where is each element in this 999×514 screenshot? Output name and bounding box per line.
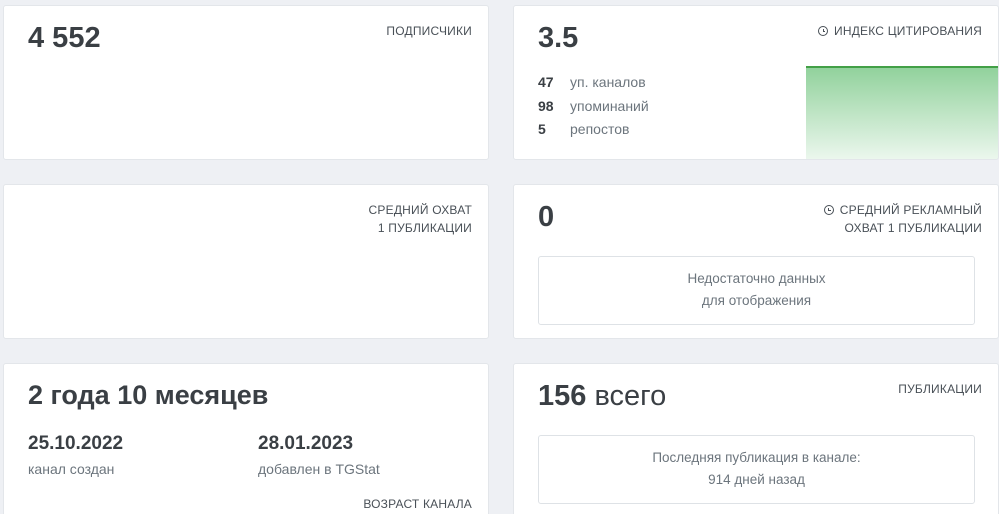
created-date: 25.10.2022	[28, 433, 124, 454]
stat-row-reposts: 5 репостов	[538, 121, 629, 137]
citation-index-card: 3.5 ИНДЕКС ЦИТИРОВАНИЯ 47 уп. каналов 98 у…	[513, 5, 999, 160]
ad-reach-label-line1: СРЕДНИЙ РЕКЛАМНЫЙ	[839, 203, 982, 217]
added-date: 28.01.2023	[258, 433, 354, 454]
citation-sparkline-chart	[806, 66, 998, 159]
subscribers-label: ПОДПИСЧИКИ	[386, 24, 472, 38]
avg-reach-card: СРЕДНИЙ ОХВАТ 1 ПУБЛИКАЦИИ	[3, 184, 489, 339]
avg-reach-label: СРЕДНИЙ ОХВАТ 1 ПУБЛИКАЦИИ	[369, 201, 472, 237]
stat-mentions-text: упоминаний	[570, 98, 649, 114]
ad-reach-label[interactable]: СРЕДНИЙ РЕКЛАМНЫЙ ОХВАТ 1 ПУБЛИКАЦИИ	[823, 201, 982, 237]
insufficient-data-box: Недостаточно данных для отображения	[538, 256, 975, 325]
insufficient-data-line1: Недостаточно данных	[687, 271, 826, 286]
stat-channels-text: уп. каналов	[570, 74, 646, 90]
citation-index-label[interactable]: ИНДЕКС ЦИТИРОВАНИЯ	[818, 22, 982, 40]
avg-reach-label-line1: СРЕДНИЙ ОХВАТ	[368, 203, 472, 217]
clock-icon	[818, 26, 829, 36]
stat-channels-num: 47	[538, 74, 554, 90]
subscribers-card: 4 552 ПОДПИСЧИКИ	[3, 5, 489, 160]
channel-age-value: 2 года 10 месяцев	[28, 380, 269, 410]
channel-age-label: ВОЗРАСТ КАНАЛА	[363, 497, 472, 511]
sparkline-area	[806, 67, 998, 159]
avg-reach-label-line2: 1 ПУБЛИКАЦИИ	[377, 221, 472, 235]
created-caption: канал создан	[28, 461, 115, 477]
citation-index-label-text: ИНДЕКС ЦИТИРОВАНИЯ	[834, 24, 982, 38]
ad-reach-card: 0 СРЕДНИЙ РЕКЛАМНЫЙ ОХВАТ 1 ПУБЛИКАЦИИ Н…	[513, 184, 999, 339]
last-publication-line1: Последняя публикация в канале:	[652, 450, 861, 465]
added-caption: добавлен в TGStat	[258, 461, 380, 477]
last-publication-line2: 914 дней назад	[708, 472, 805, 487]
insufficient-data-line2: для отображения	[701, 293, 812, 308]
stat-reposts-num: 5	[538, 121, 546, 137]
publications-card: 156 всего ПУБЛИКАЦИИ Последняя публикаци…	[513, 363, 999, 514]
subscribers-count: 4 552	[28, 22, 101, 54]
ad-reach-value: 0	[538, 201, 555, 233]
publications-count-suffix: всего	[594, 380, 667, 412]
stat-reposts-text: репостов	[570, 121, 630, 137]
clock-icon	[823, 205, 834, 215]
publications-count: 156 всего	[538, 380, 666, 413]
stat-row-mentions: 98 упоминаний	[538, 98, 649, 114]
stat-mentions-num: 98	[538, 98, 554, 114]
last-publication-box: Последняя публикация в канале: 914 дней …	[538, 435, 975, 504]
citation-index-value: 3.5	[538, 22, 579, 54]
publications-label: ПУБЛИКАЦИИ	[898, 382, 982, 396]
stat-row-channels: 47 уп. каналов	[538, 74, 646, 90]
channel-age-card: 2 года 10 месяцев 25.10.2022 канал созда…	[3, 363, 489, 514]
ad-reach-label-line2: ОХВАТ 1 ПУБЛИКАЦИИ	[844, 221, 982, 235]
publications-count-value: 156	[538, 380, 587, 412]
